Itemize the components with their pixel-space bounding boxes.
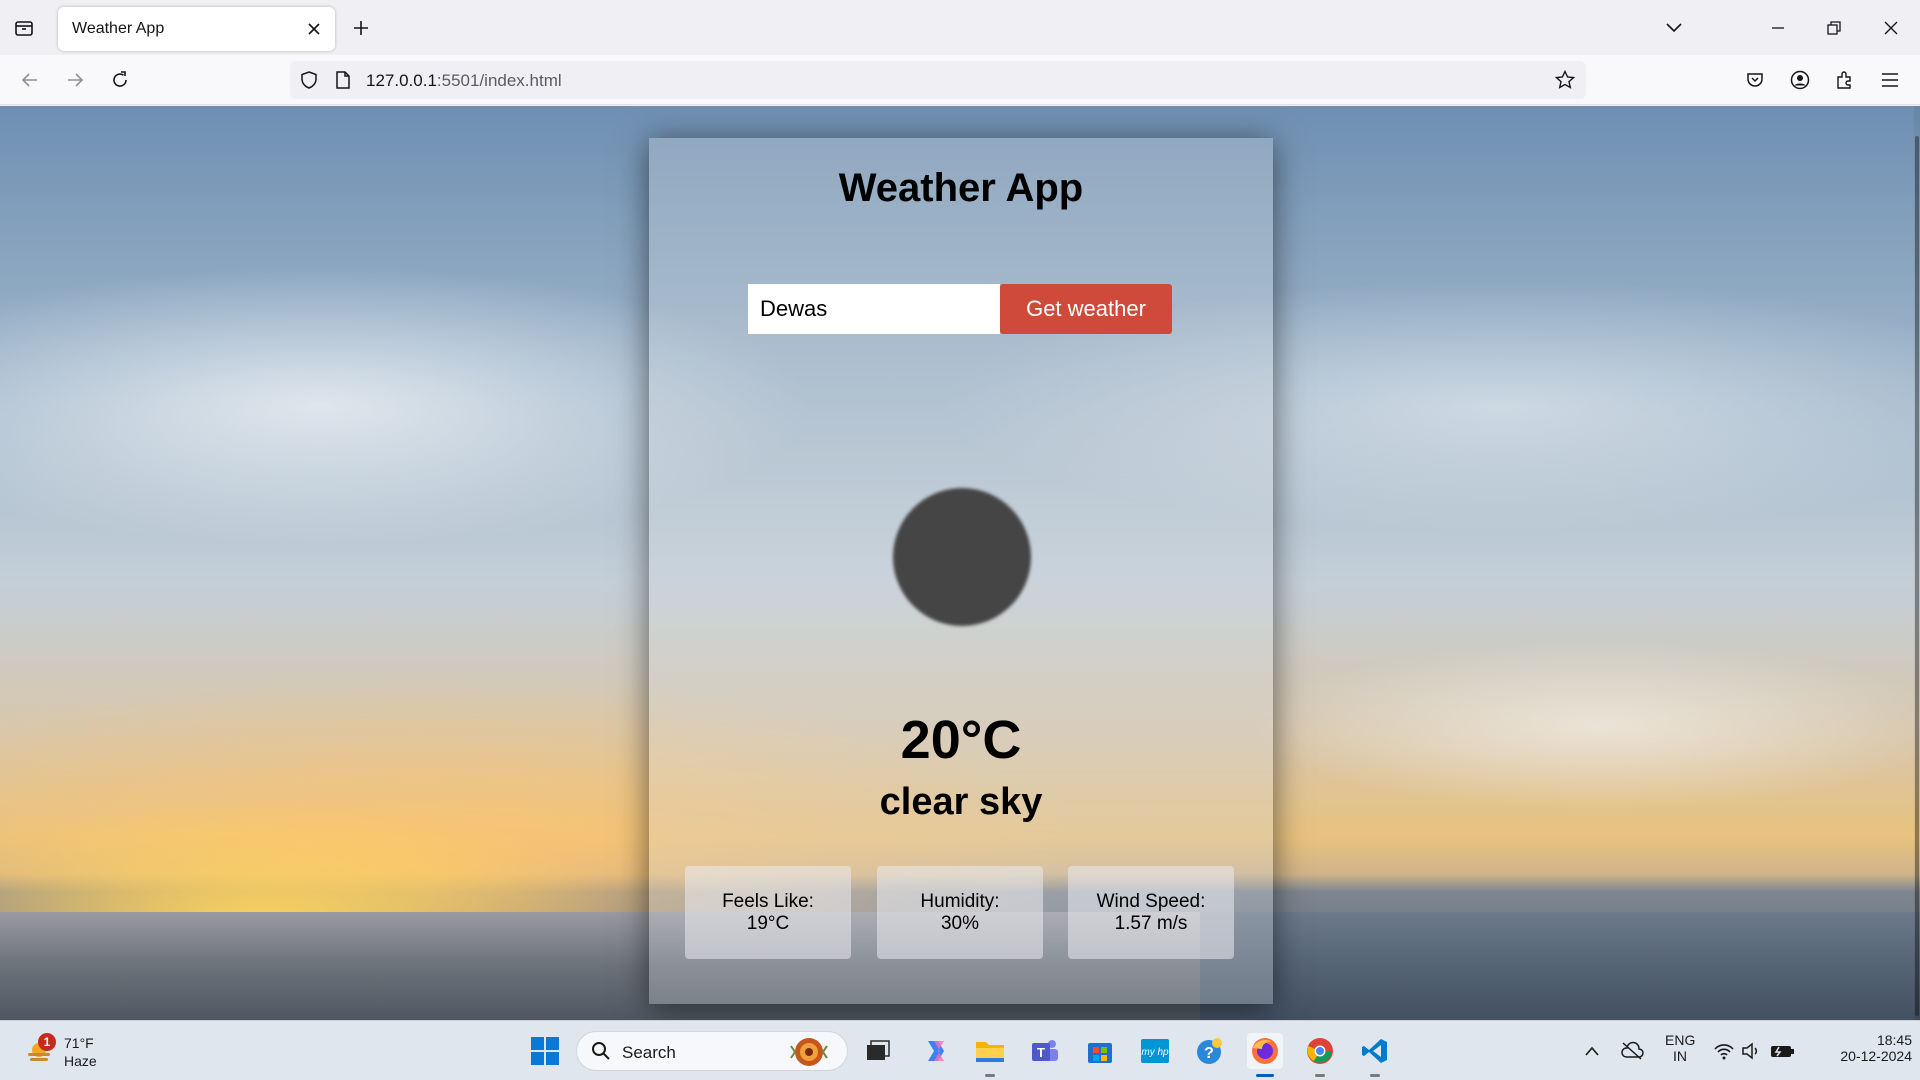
active-indicator <box>1256 1074 1274 1077</box>
region-code: IN <box>1673 1048 1687 1064</box>
taskbar-search[interactable]: Search <box>576 1031 848 1071</box>
feels-like-label: Feels Like: <box>722 890 814 912</box>
vscode-icon[interactable] <box>1357 1033 1393 1077</box>
svg-text:T: T <box>1037 1045 1045 1060</box>
get-weather-button[interactable]: Get weather <box>1000 284 1172 334</box>
windows-start-icon[interactable] <box>527 1033 563 1069</box>
search-highlight-icon <box>787 1036 831 1073</box>
language-code: ENG <box>1665 1032 1696 1048</box>
clock-time: 18:45 <box>1876 1032 1912 1048</box>
shield-icon[interactable] <box>298 69 320 91</box>
wind-speed-value: 1.57 m/s <box>1114 912 1188 934</box>
url-path: :5501/index.html <box>436 71 562 90</box>
search-label: Search <box>622 1043 676 1062</box>
browser-tab-bar: Weather App <box>0 0 1920 55</box>
firefox-icon[interactable] <box>1247 1033 1283 1077</box>
account-icon[interactable] <box>1785 65 1815 95</box>
browser-tab[interactable]: Weather App <box>58 7 335 51</box>
show-hidden-icons[interactable] <box>1575 1033 1609 1069</box>
weather-description: clear sky <box>879 781 1043 823</box>
get-help-icon[interactable]: ? <box>1192 1033 1228 1069</box>
humidity-value: 30% <box>940 912 980 934</box>
url-bar[interactable]: 127.0.0.1:5501/index.html <box>290 61 1586 99</box>
tab-list-icon[interactable] <box>12 16 36 40</box>
chrome-icon[interactable] <box>1302 1033 1338 1077</box>
language-indicator[interactable]: ENG IN <box>1665 1032 1695 1064</box>
close-tab-icon[interactable] <box>303 18 325 40</box>
pocket-icon[interactable] <box>1740 65 1770 95</box>
close-window-icon[interactable] <box>1875 12 1907 44</box>
onedrive-offline-icon[interactable] <box>1615 1033 1649 1069</box>
temperature-value: 20°C <box>900 710 1022 770</box>
url-text[interactable]: 127.0.0.1:5501/index.html <box>366 71 562 91</box>
system-tray-status[interactable] <box>1710 1033 1800 1069</box>
myhp-icon[interactable]: my hp <box>1137 1033 1173 1069</box>
running-indicator <box>985 1074 995 1077</box>
extensions-icon[interactable] <box>1830 65 1860 95</box>
scrollbar-thumb[interactable] <box>1915 136 1919 1016</box>
svg-text:my hp: my hp <box>1141 1047 1169 1058</box>
wind-speed-box: Wind Speed: 1.57 m/s <box>1068 866 1234 959</box>
weather-widget-condition: Haze <box>64 1053 97 1069</box>
weather-icon <box>893 488 1031 626</box>
menu-icon[interactable] <box>1875 65 1905 95</box>
page-title: Weather App <box>838 166 1084 210</box>
file-explorer-icon[interactable] <box>972 1033 1008 1077</box>
weather-widget-temp: 71°F <box>64 1035 94 1051</box>
search-icon <box>591 1041 611 1066</box>
new-tab-icon[interactable] <box>349 16 373 40</box>
copilot-icon[interactable] <box>918 1033 954 1069</box>
wind-speed-label: Wind Speed: <box>1096 890 1206 912</box>
feels-like-box: Feels Like: 19°C <box>685 866 851 959</box>
reload-icon[interactable] <box>105 65 135 95</box>
microsoft-store-icon[interactable] <box>1082 1033 1118 1069</box>
list-all-tabs-icon[interactable] <box>1658 12 1690 44</box>
notification-badge: 1 <box>38 1033 56 1051</box>
page-scrollbar[interactable] <box>1914 106 1920 1020</box>
back-icon[interactable] <box>15 65 45 95</box>
weather-widget[interactable]: 1 71°F Haze <box>22 1029 112 1073</box>
humidity-label: Humidity: <box>920 890 1000 912</box>
city-input[interactable] <box>748 284 1000 334</box>
teams-icon[interactable]: T <box>1027 1033 1063 1069</box>
restore-icon[interactable] <box>1818 12 1850 44</box>
feels-like-value: 19°C <box>746 912 790 934</box>
clock-date: 20-12-2024 <box>1840 1048 1912 1064</box>
taskbar: 1 71°F Haze Search T my hp ? ENG IN 18:4… <box>0 1020 1920 1080</box>
page-viewport: Weather App Get weather 20°C clear sky F… <box>0 106 1920 1020</box>
url-host: 127.0.0.1 <box>366 71 437 90</box>
task-view-icon[interactable] <box>860 1033 896 1069</box>
running-indicator <box>1315 1074 1325 1077</box>
forward-icon[interactable] <box>60 65 90 95</box>
page-icon[interactable] <box>332 69 354 91</box>
background-sea-shade <box>1200 912 1920 1020</box>
running-indicator <box>1370 1074 1380 1077</box>
humidity-box: Humidity: 30% <box>877 866 1043 959</box>
weather-card: Weather App Get weather 20°C clear sky F… <box>649 138 1273 1004</box>
clock[interactable]: 18:45 20-12-2024 <box>1812 1032 1912 1064</box>
minimize-icon[interactable] <box>1762 12 1794 44</box>
tab-title: Weather App <box>72 20 165 37</box>
bookmark-star-icon[interactable] <box>1554 69 1576 91</box>
svg-text:?: ? <box>1204 1045 1214 1062</box>
browser-nav-bar: 127.0.0.1:5501/index.html <box>0 55 1920 105</box>
